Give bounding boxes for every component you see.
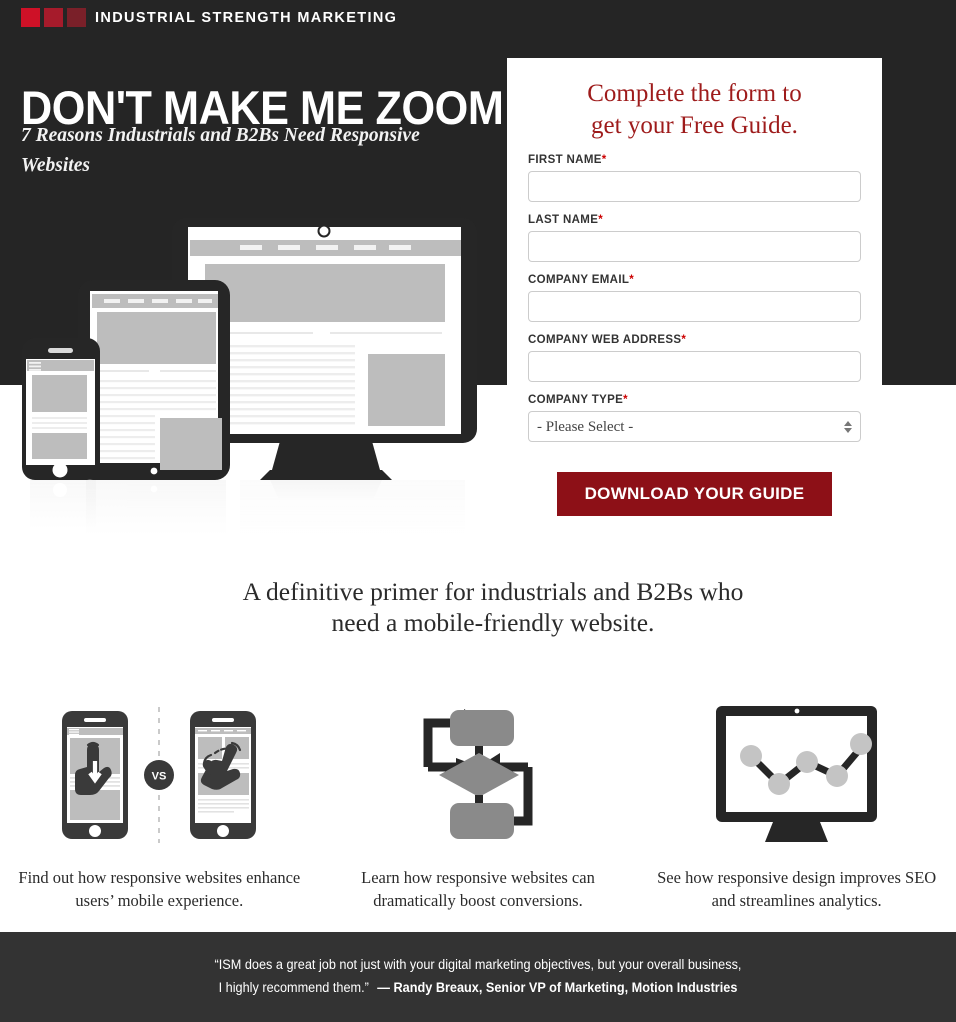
logo-squares-icon [21,8,86,27]
brand-logo[interactable]: INDUSTRIAL STRENGTH MARKETING [21,8,397,27]
field-first-name: FIRST NAME* [528,154,861,202]
value-proposition-tagline: A definitive primer for industrials and … [242,577,744,638]
conversion-flowchart-icon [398,700,558,850]
last-name-input[interactable] [528,231,861,262]
download-guide-button[interactable]: DOWNLOAD YOUR GUIDE [556,472,833,516]
field-last-name: LAST NAME* [528,214,861,262]
feature-columns: VS Find out how responsive websites enha… [0,700,956,932]
required-marker: * [598,214,604,226]
quote-line-2: I highly recommend them.” [218,980,369,995]
form-heading: Complete the form to get your Free Guide… [507,58,882,141]
logo-square-1 [21,8,40,27]
footer-testimonial-band: “ISM does a great job not just with your… [0,932,956,1022]
phone-device [22,338,100,530]
label-company-web-address-text: COMPANY WEB ADDRESS [528,334,682,346]
label-first-name: FIRST NAME* [528,154,861,166]
feature-caption: Learn how responsive websites can dramat… [361,868,595,911]
form-heading-line-1: Complete the form to [587,80,802,107]
feature-item-seo-analytics: See how responsive design improves SEO a… [637,700,956,932]
feature-item-conversions: Learn how responsive websites can dramat… [319,700,638,932]
label-last-name-text: LAST NAME [528,214,599,226]
label-company-email: COMPANY EMAIL* [528,274,861,286]
label-last-name: LAST NAME* [528,214,861,226]
label-company-type-text: COMPANY TYPE [528,394,624,406]
company-type-select[interactable]: - Please Select - [528,411,861,442]
page-subtitle: 7 Reasons Industrials and B2Bs Need Resp… [21,125,420,176]
data-point [768,773,791,795]
quote-attribution: — Randy Breaux, Senior VP of Marketing, … [377,980,738,995]
field-company-email: COMPANY EMAIL* [528,274,861,322]
required-marker: * [629,274,635,286]
company-email-input[interactable] [528,291,861,322]
phone-tap-vs-pinch-icon: VS [54,700,264,850]
testimonial-quote: “ISM does a great job not just with your… [196,954,760,1000]
flow-diamond [439,753,519,797]
data-point [826,765,849,787]
field-company-type: COMPANY TYPE* - Please Select - [528,394,861,442]
form-fields: FIRST NAME* LAST NAME* COMPANY EMAIL* CO… [507,141,882,516]
label-company-email-text: COMPANY EMAIL [528,274,630,286]
vs-badge-label: VS [152,771,167,783]
feature-item-mobile-experience: VS Find out how responsive websites enha… [0,700,319,932]
data-point [850,733,873,755]
required-marker: * [601,154,607,166]
field-company-web-address: COMPANY WEB ADDRESS* [528,334,861,382]
logo-square-2 [44,8,63,27]
data-point [796,751,819,773]
responsive-devices-illustration [0,212,500,562]
brand-wordmark: INDUSTRIAL STRENGTH MARKETING [95,9,398,26]
logo-square-3 [67,8,86,27]
feature-caption: Find out how responsive websites enhance… [18,868,301,911]
feature-caption: See how responsive design improves SEO a… [657,868,937,911]
submit-row: DOWNLOAD YOUR GUIDE [528,454,861,516]
required-marker: * [681,334,687,346]
form-heading-line-2: get your Free Guide. [591,111,798,139]
monitor-analytics-chart-icon [709,700,884,850]
required-marker: * [623,394,628,406]
quote-line-1: “ISM does a great job not just with your… [214,957,742,973]
label-first-name-text: FIRST NAME [528,154,602,166]
label-company-web-address: COMPANY WEB ADDRESS* [528,334,861,346]
flow-box-bottom [450,803,514,839]
flow-box-top [450,710,514,746]
tablet-device [78,280,230,536]
company-web-address-input[interactable] [528,351,861,382]
label-company-type: COMPANY TYPE* [528,394,861,406]
data-point [740,745,763,767]
lead-capture-form: Complete the form to get your Free Guide… [507,58,882,570]
first-name-input[interactable] [528,171,861,202]
company-type-select-wrap: - Please Select - [528,411,861,442]
phone-left [62,711,129,839]
phone-right [190,711,257,839]
